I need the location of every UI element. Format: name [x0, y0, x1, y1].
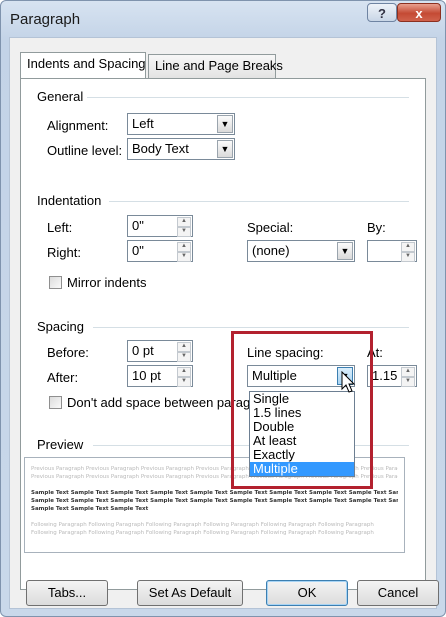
right-indent-value: 0" — [132, 243, 144, 258]
preview-sample-line: Sample Text Sample Text Sample Text Samp… — [31, 498, 398, 504]
left-indent-label: Left: — [47, 220, 73, 235]
dialog-title: Paragraph — [10, 11, 81, 28]
before-value: 0 pt — [132, 343, 154, 358]
close-icon: x — [415, 6, 423, 21]
dont-add-space-checkbox[interactable] — [49, 396, 62, 409]
outline-level-label: Outline level: — [47, 143, 123, 158]
spin-arrows-icon[interactable]: ▲ ▼ — [177, 367, 191, 387]
ok-button[interactable]: OK — [266, 580, 348, 606]
spin-arrows-icon[interactable]: ▲ ▼ — [401, 367, 415, 387]
right-indent-spinner[interactable]: 0" ▲ ▼ — [127, 240, 193, 262]
special-value: (none) — [252, 243, 290, 258]
mirror-indents-label[interactable]: Mirror indents — [67, 275, 146, 290]
right-indent-label: Right: — [47, 245, 81, 260]
special-label: Special: — [247, 220, 294, 235]
spin-arrows-icon[interactable]: ▲ ▼ — [177, 242, 191, 262]
paragraph-dialog: Paragraph ? x Indents and Spacing Line a… — [0, 0, 446, 617]
question-icon: ? — [378, 6, 386, 21]
left-indent-value: 0" — [132, 218, 144, 233]
by-spinner[interactable]: ▲ ▼ — [367, 240, 417, 262]
preview-sample-line: Sample Text Sample Text Sample Text Samp… — [31, 490, 398, 496]
alignment-label: Alignment: — [47, 118, 109, 133]
close-button[interactable]: x — [397, 3, 441, 22]
special-select[interactable]: (none) ▼ — [247, 240, 355, 262]
general-separator — [87, 97, 409, 98]
spin-arrows-icon[interactable]: ▲ ▼ — [401, 242, 415, 262]
indentation-separator — [109, 201, 409, 202]
after-spinner[interactable]: 10 pt ▲ ▼ — [127, 365, 193, 387]
outline-level-select[interactable]: Body Text ▼ — [127, 138, 235, 160]
tab-indents-and-spacing[interactable]: Indents and Spacing — [20, 52, 146, 78]
alignment-value: Left — [132, 116, 154, 131]
left-indent-spinner[interactable]: 0" ▲ ▼ — [127, 215, 193, 237]
preview-heading: Preview — [37, 437, 84, 452]
spacing-separator — [93, 327, 409, 328]
by-label: By: — [367, 220, 386, 235]
preview-following-line: Following Paragraph Following Paragraph … — [31, 522, 374, 528]
chevron-down-icon[interactable]: ▼ — [217, 140, 233, 158]
arrow-pointer-icon — [341, 371, 356, 393]
before-spinner[interactable]: 0 pt ▲ ▼ — [127, 340, 193, 362]
indentation-heading: Indentation — [37, 193, 102, 208]
alignment-select[interactable]: Left ▼ — [127, 113, 235, 135]
spacing-heading: Spacing — [37, 319, 84, 334]
mirror-indents-checkbox[interactable] — [49, 276, 62, 289]
chevron-down-icon[interactable]: ▼ — [337, 242, 353, 260]
preview-following-line: Following Paragraph Following Paragraph … — [31, 530, 374, 536]
after-value: 10 pt — [132, 368, 161, 383]
cancel-button[interactable]: Cancel — [357, 580, 439, 606]
spin-arrows-icon[interactable]: ▲ ▼ — [177, 342, 191, 362]
after-label: After: — [47, 370, 79, 385]
tabs-button[interactable]: Tabs... — [26, 580, 108, 606]
preview-sample-line: Sample Text Sample Text Sample Text — [31, 506, 149, 512]
general-heading: General — [37, 89, 84, 104]
title-bar[interactable]: Paragraph ? x — [1, 1, 445, 37]
highlight-box — [231, 331, 373, 489]
at-value: 1.15 — [372, 368, 398, 383]
spin-arrows-icon[interactable]: ▲ ▼ — [177, 217, 191, 237]
tab-line-and-page-breaks[interactable]: Line and Page Breaks — [148, 54, 283, 78]
help-button[interactable]: ? — [367, 3, 397, 22]
before-label: Before: — [47, 345, 89, 360]
outline-level-value: Body Text — [132, 141, 189, 156]
set-as-default-button[interactable]: Set As Default — [137, 580, 243, 606]
at-spinner[interactable]: 1.15 ▲ ▼ — [367, 365, 417, 387]
chevron-down-icon[interactable]: ▼ — [217, 115, 233, 133]
